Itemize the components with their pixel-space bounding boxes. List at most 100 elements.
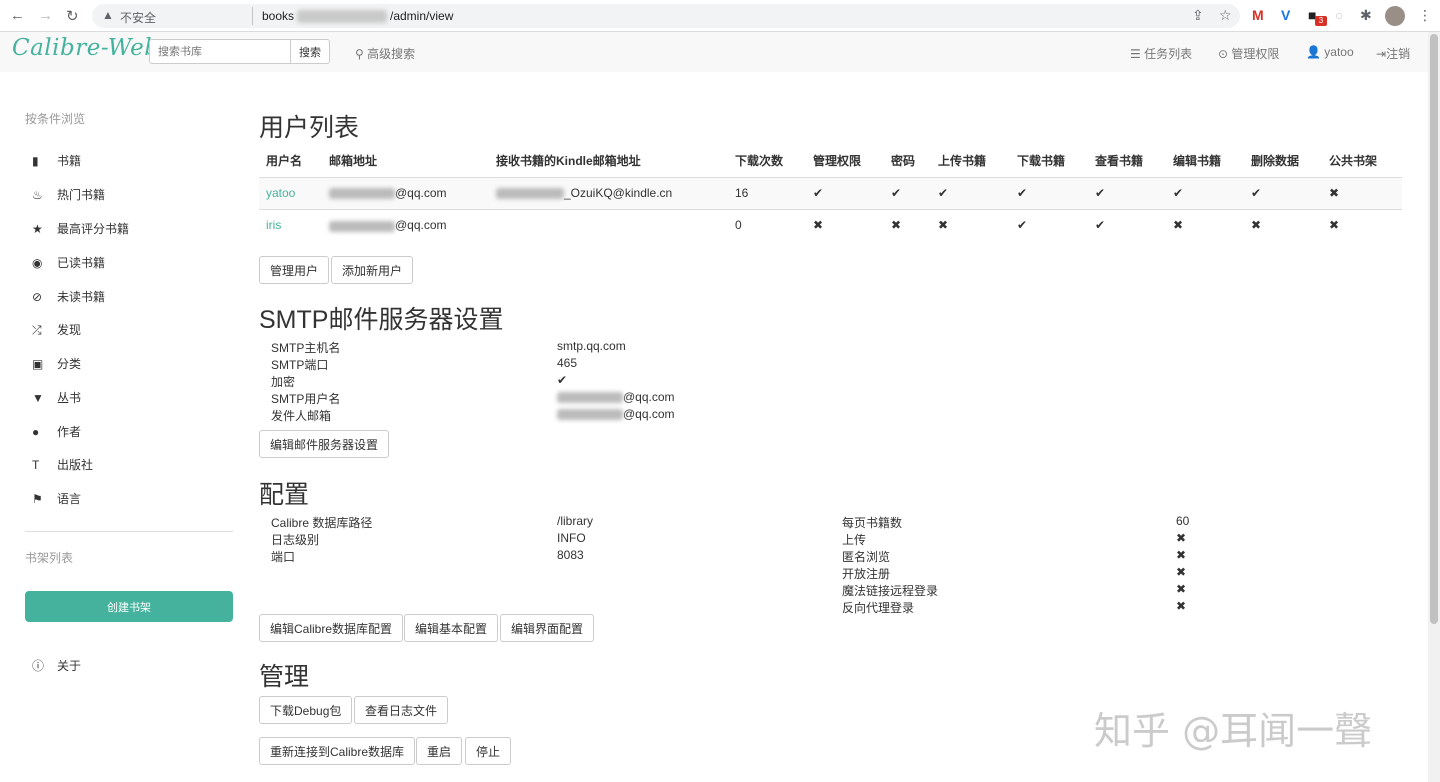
sidebar-item-label: 作者 — [57, 425, 82, 439]
sidebar-item-authors[interactable]: ● 作者 — [32, 423, 81, 440]
config-title: 配置 — [259, 481, 310, 509]
column-header[interactable]: 密码 — [884, 145, 931, 178]
perm-view: ✔ — [1088, 208, 1166, 241]
menu-kebab-icon[interactable]: ⋮ — [1418, 7, 1432, 24]
user-label: yatoo — [1324, 45, 1354, 59]
sidebar-item-unread[interactable]: ⊘ 未读书籍 — [32, 288, 105, 305]
puzzle-icon[interactable]: ✱ — [1360, 7, 1372, 24]
sidebar-item-books[interactable]: ▮ 书籍 — [32, 152, 81, 169]
stop-button[interactable]: 停止 — [465, 737, 512, 765]
sidebar-item-read[interactable]: ◉ 已读书籍 — [32, 254, 105, 271]
logout-link[interactable]: ⇥注销 — [1376, 45, 1410, 62]
column-header[interactable]: 查看书籍 — [1088, 145, 1166, 178]
smtp-user-redacted — [557, 392, 623, 404]
manage-users-button[interactable]: 管理用户 — [259, 256, 330, 284]
column-header[interactable]: 邮箱地址 — [322, 145, 489, 178]
browse-heading: 按条件浏览 — [25, 112, 86, 126]
add-user-button[interactable]: 添加新用户 — [331, 256, 414, 284]
admin-title: 管理 — [259, 663, 310, 691]
dashboard-icon: ⊙ — [1218, 47, 1229, 61]
perm-view: ✔ — [1088, 176, 1166, 209]
tasks-link[interactable]: ☰ 任务列表 — [1130, 45, 1192, 62]
column-header[interactable]: 下载次数 — [728, 145, 806, 178]
bookmark-star-icon[interactable]: ☆ — [1219, 7, 1232, 24]
column-header[interactable]: 接收书籍的Kindle邮箱地址 — [489, 145, 728, 178]
v-extension-icon[interactable]: V — [1281, 7, 1290, 23]
url-path: /admin/view — [390, 9, 454, 23]
sidebar-item-label: 书籍 — [57, 154, 82, 168]
users-title: 用户列表 — [259, 114, 360, 142]
forward-icon[interactable]: → — [38, 7, 53, 24]
search-button[interactable]: 搜索 — [290, 39, 330, 64]
warning-icon: ▲ — [102, 8, 114, 22]
circle-extension-icon[interactable]: ○ — [1335, 7, 1343, 23]
column-header[interactable]: 删除数据 — [1244, 145, 1322, 178]
user-name-cell[interactable]: yatoo — [259, 176, 322, 209]
column-header[interactable]: 上传书籍 — [931, 145, 1010, 178]
sidebar-item-series[interactable]: ▼ 丛书 — [32, 389, 81, 406]
sidebar-item-discover[interactable]: ⤮ 发现 — [32, 321, 81, 338]
create-shelf-button[interactable]: 创建书架 — [25, 591, 233, 622]
perm-public-shelf: ✖ — [1322, 176, 1402, 209]
sidebar-item-label: 发现 — [57, 323, 82, 337]
edit-smtp-button[interactable]: 编辑邮件服务器设置 — [259, 430, 390, 458]
star-icon: ★ — [32, 222, 43, 236]
view-logs-button[interactable]: 查看日志文件 — [354, 696, 449, 724]
user-link[interactable]: 👤 yatoo — [1306, 45, 1354, 59]
perm-download: ✔ — [1010, 208, 1088, 241]
edit-ui-config-button[interactable]: 编辑界面配置 — [500, 614, 595, 642]
inbox-icon: ▣ — [32, 357, 44, 371]
sidebar-item-hot[interactable]: ♨ 热门书籍 — [32, 186, 105, 203]
edit-basic-config-button[interactable]: 编辑基本配置 — [404, 614, 499, 642]
sidebar-item-publishers[interactable]: T 出版社 — [32, 456, 93, 473]
column-header[interactable]: 公共书架 — [1322, 145, 1402, 178]
column-header[interactable]: 用户名 — [259, 145, 322, 178]
sidebar-item-languages[interactable]: ⚑ 语言 — [32, 490, 81, 507]
reconnect-db-button[interactable]: 重新连接到Calibre数据库 — [259, 737, 416, 765]
download-debug-button[interactable]: 下载Debug包 — [259, 696, 353, 724]
reload-icon[interactable]: ↻ — [66, 7, 79, 25]
column-header[interactable]: 编辑书籍 — [1166, 145, 1244, 178]
gmail-extension-icon[interactable]: M — [1252, 7, 1264, 23]
brand-logo[interactable]: Calibre-Web — [12, 35, 159, 61]
email-domain: @qq.com — [395, 186, 447, 200]
extension-badge: 3 — [1315, 16, 1327, 26]
restart-button[interactable]: 重启 — [416, 737, 463, 765]
sidebar-item-categories[interactable]: ▣ 分类 — [32, 355, 81, 372]
sidebar-item-about[interactable]: ⓘ 关于 — [32, 657, 81, 674]
column-header[interactable]: 下载书籍 — [1010, 145, 1088, 178]
fire-icon: ♨ — [32, 188, 43, 202]
perm-upload: ✖ — [931, 208, 1010, 241]
perm-delete: ✖ — [1244, 208, 1322, 241]
sidebar-item-top-rated[interactable]: ★ 最高评分书籍 — [32, 220, 129, 237]
advanced-search-link[interactable]: ⚲ 高级搜索 — [355, 45, 415, 62]
back-icon[interactable]: ← — [10, 7, 25, 24]
search-input[interactable] — [149, 39, 291, 64]
smtp-port-value: 465 — [557, 356, 578, 370]
edit-db-config-button[interactable]: 编辑Calibre数据库配置 — [259, 614, 404, 642]
user-name-link[interactable]: iris — [266, 218, 281, 232]
column-header[interactable]: 管理权限 — [806, 145, 884, 178]
smtp-encrypt-label: 加密 — [271, 375, 296, 389]
address-bar[interactable]: ▲ 不安全 books /admin/view — [92, 4, 1240, 28]
port-label: 端口 — [271, 550, 296, 564]
db-path-value: /library — [557, 514, 594, 528]
perm-edit: ✔ — [1166, 176, 1244, 209]
profile-avatar[interactable] — [1385, 6, 1405, 26]
user-name-cell[interactable]: iris — [259, 208, 322, 241]
scrollbar-thumb[interactable] — [1430, 34, 1438, 624]
book-icon: ▮ — [32, 154, 39, 168]
text-size-icon: T — [32, 458, 40, 472]
user-name-link[interactable]: yatoo — [266, 186, 295, 200]
db-path-label: Calibre 数据库路径 — [271, 516, 373, 530]
sidebar-item-label: 未读书籍 — [57, 290, 106, 304]
perm-admin: ✔ — [806, 176, 884, 209]
sidebar-item-label: 丛书 — [57, 391, 82, 405]
advanced-search-label: 高级搜索 — [367, 47, 416, 61]
smtp-user-domain: @qq.com — [623, 390, 675, 404]
admin-link[interactable]: ⊙ 管理权限 — [1218, 45, 1279, 62]
share-icon[interactable]: ⇪ — [1192, 7, 1204, 24]
eye-icon: ◉ — [32, 256, 43, 270]
perm-upload: ✔ — [931, 176, 1010, 209]
smtp-user-label: SMTP用户名 — [271, 392, 341, 406]
